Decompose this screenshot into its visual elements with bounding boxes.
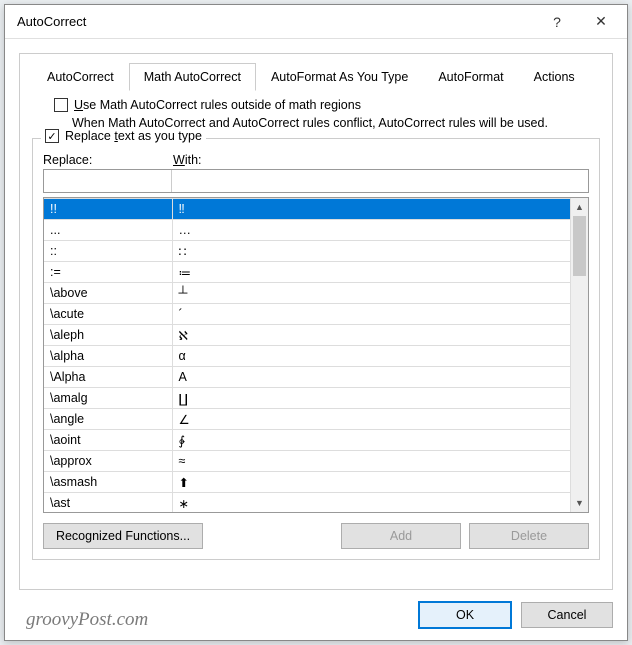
- replace-fieldset: ✓ Replace text as you type Replace: With…: [32, 138, 600, 560]
- table-row[interactable]: \above┴: [44, 283, 570, 304]
- table-row[interactable]: \AlphaΑ: [44, 367, 570, 388]
- fieldset-buttons: Recognized Functions... Add Delete: [43, 523, 589, 549]
- close-button[interactable]: ✕: [579, 7, 623, 37]
- scrollbar[interactable]: ▲ ▼: [570, 198, 588, 512]
- with-cell: ┴: [172, 283, 570, 304]
- table-row[interactable]: \asmash⬆: [44, 472, 570, 493]
- table-row[interactable]: ::∷: [44, 241, 570, 262]
- with-cell: ≔: [172, 262, 570, 283]
- replace-cell: \Alpha: [44, 367, 172, 388]
- replace-input[interactable]: [44, 170, 172, 192]
- replace-cell: \above: [44, 283, 172, 304]
- with-cell: α: [172, 346, 570, 367]
- list-body[interactable]: !!‼...…::∷:=≔\above┴\acute´\alephℵ\alpha…: [44, 198, 570, 512]
- help-button[interactable]: ?: [535, 7, 579, 37]
- ok-button[interactable]: OK: [419, 602, 511, 628]
- tab-math-autocorrect[interactable]: Math AutoCorrect: [129, 63, 256, 91]
- with-cell: ∠: [172, 409, 570, 430]
- tab-autoformat[interactable]: AutoFormat: [423, 63, 518, 91]
- with-cell: ≈: [172, 451, 570, 472]
- with-cell: ∗: [172, 493, 570, 513]
- replace-cell: \approx: [44, 451, 172, 472]
- tab-autocorrect[interactable]: AutoCorrect: [32, 63, 129, 91]
- checkbox-replace-label: Replace text as you type: [65, 129, 202, 143]
- column-labels: Replace: With:: [43, 153, 589, 167]
- replace-cell: \ast: [44, 493, 172, 513]
- replace-cell: \alpha: [44, 346, 172, 367]
- with-input[interactable]: [172, 170, 588, 192]
- with-cell: ⬆: [172, 472, 570, 493]
- replace-label: Replace:: [43, 153, 173, 167]
- replace-cell: ::: [44, 241, 172, 262]
- checkbox-use-outside[interactable]: [54, 98, 68, 112]
- replace-cell: \amalg: [44, 388, 172, 409]
- table-row[interactable]: :=≔: [44, 262, 570, 283]
- tab-autoformat-as-you-type[interactable]: AutoFormat As You Type: [256, 63, 423, 91]
- checkbox-use-outside-label: Use Math AutoCorrect rules outside of ma…: [74, 98, 361, 112]
- window-title: AutoCorrect: [17, 14, 535, 29]
- scroll-up-icon[interactable]: ▲: [571, 198, 588, 216]
- add-button[interactable]: Add: [341, 523, 461, 549]
- replace-cell: \acute: [44, 304, 172, 325]
- recognized-functions-button[interactable]: Recognized Functions...: [43, 523, 203, 549]
- with-label: With:: [173, 153, 202, 167]
- table-row[interactable]: \alephℵ: [44, 325, 570, 346]
- input-row: [43, 169, 589, 193]
- replace-cell: :=: [44, 262, 172, 283]
- delete-button[interactable]: Delete: [469, 523, 589, 549]
- scroll-thumb[interactable]: [573, 216, 586, 276]
- table-row[interactable]: \ast∗: [44, 493, 570, 513]
- with-cell: Α: [172, 367, 570, 388]
- replace-cell: \angle: [44, 409, 172, 430]
- replace-cell: \aoint: [44, 430, 172, 451]
- replace-cell: !!: [44, 199, 172, 220]
- dialog-footer: OK Cancel: [5, 590, 627, 640]
- checkbox-replace[interactable]: ✓: [45, 129, 59, 143]
- replace-cell: ...: [44, 220, 172, 241]
- checkbox-use-outside-row[interactable]: Use Math AutoCorrect rules outside of ma…: [54, 98, 600, 112]
- with-cell: …: [172, 220, 570, 241]
- dialog-window: AutoCorrect ? ✕ AutoCorrect Math AutoCor…: [4, 4, 628, 641]
- with-cell: ∳: [172, 430, 570, 451]
- scroll-down-icon[interactable]: ▼: [571, 494, 588, 512]
- with-cell: ´: [172, 304, 570, 325]
- replacements-list: !!‼...…::∷:=≔\above┴\acute´\alephℵ\alpha…: [43, 197, 589, 513]
- with-cell: ∷: [172, 241, 570, 262]
- tabstrip: AutoCorrect Math AutoCorrect AutoFormat …: [32, 63, 600, 91]
- tab-frame: AutoCorrect Math AutoCorrect AutoFormat …: [19, 53, 613, 590]
- table-row[interactable]: ...…: [44, 220, 570, 241]
- tab-actions[interactable]: Actions: [519, 63, 590, 91]
- cancel-button[interactable]: Cancel: [521, 602, 613, 628]
- replace-cell: \asmash: [44, 472, 172, 493]
- replace-cell: \aleph: [44, 325, 172, 346]
- conflict-note: When Math AutoCorrect and AutoCorrect ru…: [72, 116, 600, 130]
- table-row[interactable]: \amalg∐: [44, 388, 570, 409]
- titlebar: AutoCorrect ? ✕: [5, 5, 627, 39]
- table-row[interactable]: \acute´: [44, 304, 570, 325]
- table-row[interactable]: \aoint∳: [44, 430, 570, 451]
- table-row[interactable]: \angle∠: [44, 409, 570, 430]
- table-row[interactable]: \approx≈: [44, 451, 570, 472]
- with-cell: ∐: [172, 388, 570, 409]
- replace-legend[interactable]: ✓ Replace text as you type: [41, 129, 206, 143]
- content-area: AutoCorrect Math AutoCorrect AutoFormat …: [5, 39, 627, 590]
- table-row[interactable]: \alphaα: [44, 346, 570, 367]
- table-row[interactable]: !!‼: [44, 199, 570, 220]
- with-cell: ‼: [172, 199, 570, 220]
- with-cell: ℵ: [172, 325, 570, 346]
